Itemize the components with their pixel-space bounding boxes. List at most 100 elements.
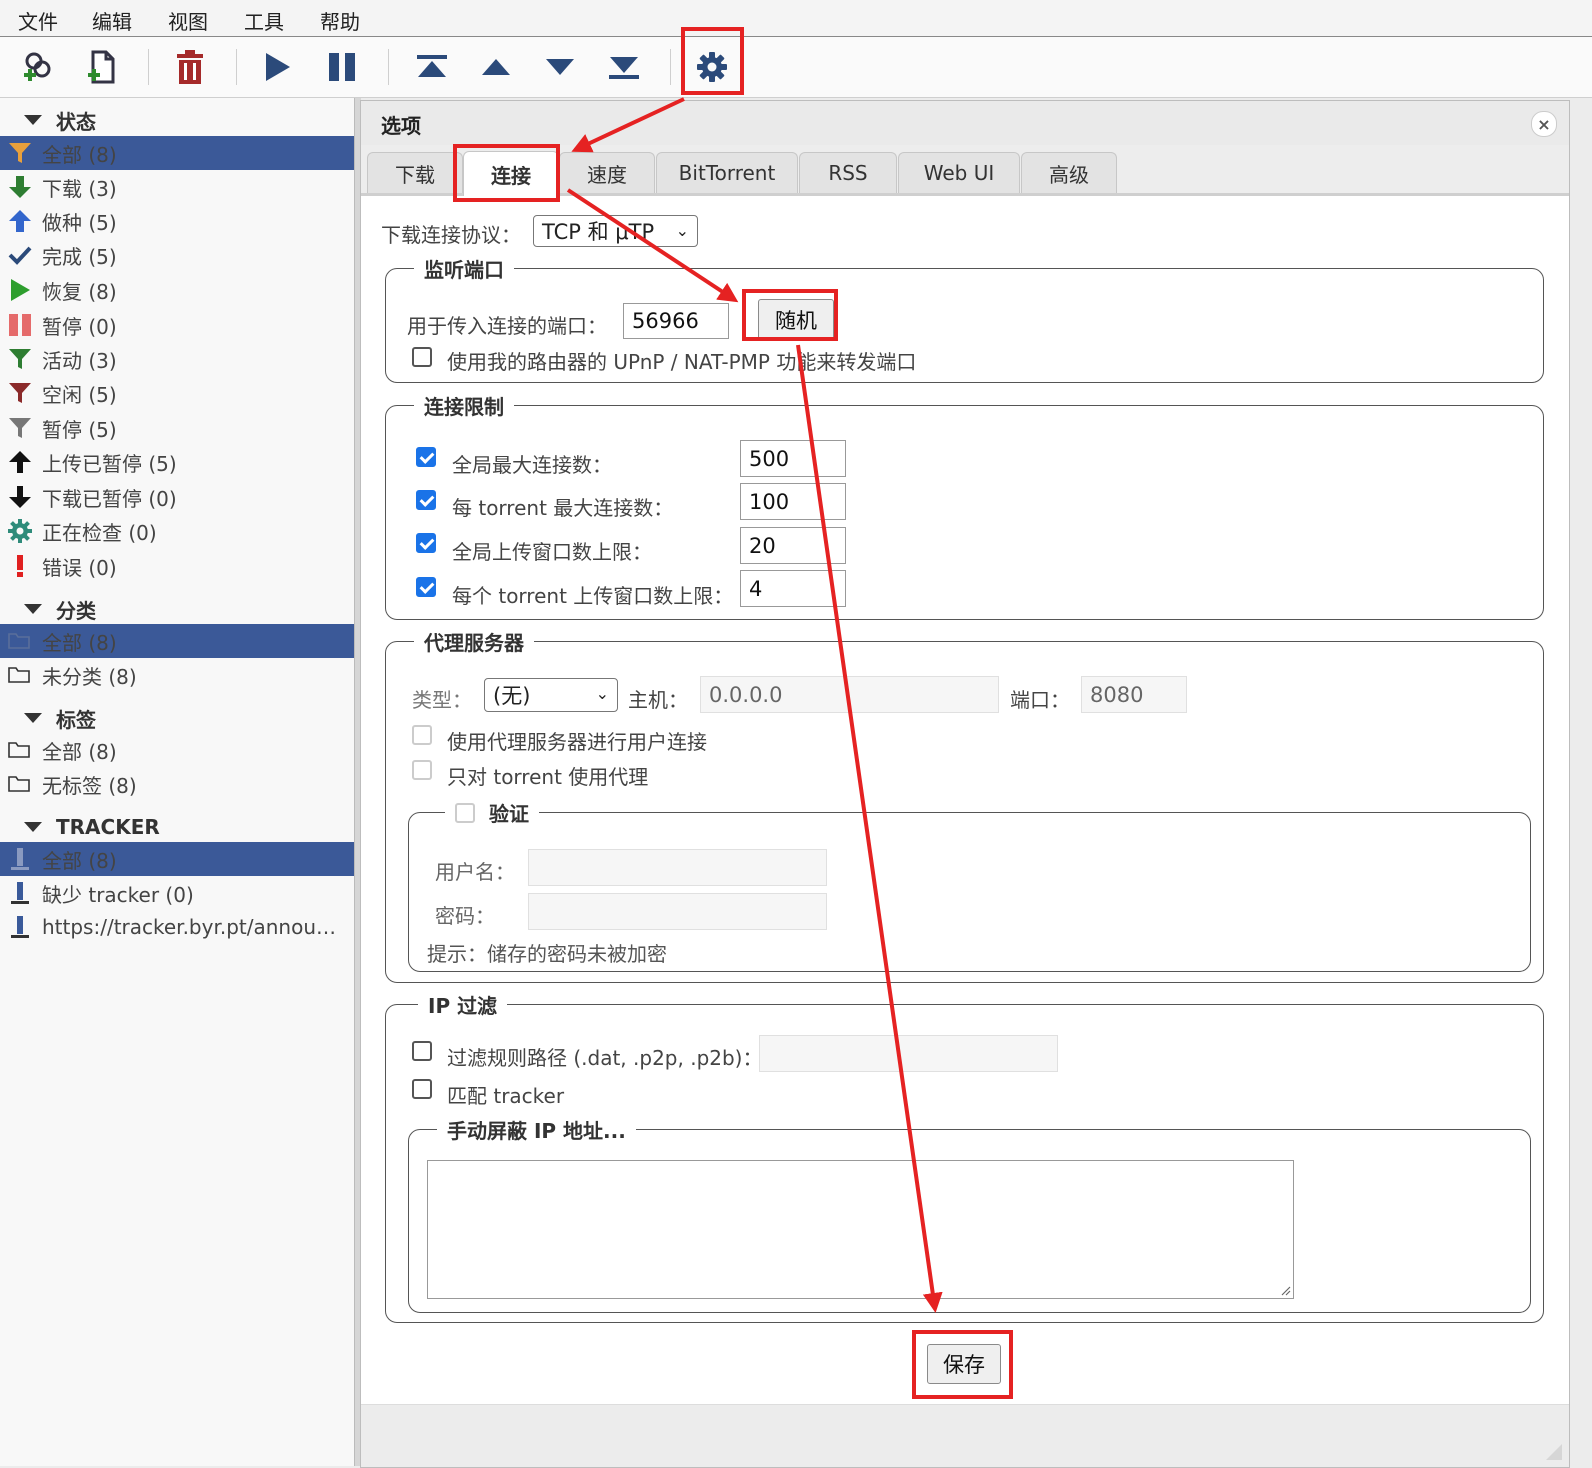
filter-icon bbox=[8, 381, 32, 405]
per-torrent-max-conn-input[interactable]: 100 bbox=[740, 483, 846, 520]
global-max-conn-input[interactable]: 500 bbox=[740, 440, 846, 477]
status-all[interactable]: 全部 (8) bbox=[0, 136, 354, 170]
gear-icon bbox=[8, 519, 32, 543]
upnp-checkbox[interactable] bbox=[412, 347, 432, 367]
tracker-trackerless[interactable]: 缺少 tracker (0) bbox=[0, 876, 354, 910]
menu-help[interactable]: 帮助 bbox=[320, 6, 360, 35]
password-input[interactable] bbox=[528, 893, 827, 930]
proxy-peer-checkbox[interactable] bbox=[412, 725, 432, 745]
tag-untagged[interactable]: 无标签 (8) bbox=[0, 767, 354, 801]
status-seeding[interactable]: 做种 (5) bbox=[0, 204, 354, 238]
auth-group: 验证 用户名： 密码： 提示：储存的密码未被加密 bbox=[408, 798, 1531, 972]
category-section-header[interactable]: 分类 bbox=[0, 592, 354, 626]
toolbar-separator bbox=[388, 49, 389, 85]
close-icon[interactable]: × bbox=[1531, 111, 1557, 137]
tag-section-header[interactable]: 标签 bbox=[0, 701, 354, 735]
menu-file[interactable]: 文件 bbox=[18, 6, 58, 35]
tracker-icon bbox=[8, 881, 32, 905]
move-down-icon bbox=[546, 59, 574, 75]
global-max-conn-checkbox[interactable] bbox=[416, 447, 436, 467]
move-down-button[interactable] bbox=[538, 47, 582, 87]
arrow-down-icon bbox=[8, 485, 32, 509]
username-input[interactable] bbox=[528, 849, 827, 886]
tab-downloads[interactable]: 下载 bbox=[367, 152, 463, 193]
status-checking[interactable]: 正在检查 (0) bbox=[0, 514, 354, 548]
global-upload-slots-checkbox[interactable] bbox=[416, 533, 436, 553]
manual-ban-legend: 手动屏蔽 IP 地址... bbox=[437, 1115, 636, 1144]
status-download-paused[interactable]: 下载已暂停 (0) bbox=[0, 480, 354, 514]
per-torrent-upload-slots-checkbox[interactable] bbox=[416, 577, 436, 597]
tab-speed[interactable]: 速度 bbox=[559, 152, 655, 193]
tab-advanced[interactable]: 高级 bbox=[1021, 152, 1117, 193]
manual-ban-textarea[interactable] bbox=[427, 1160, 1294, 1299]
trash-icon bbox=[177, 50, 203, 84]
status-upload-paused[interactable]: 上传已暂停 (5) bbox=[0, 445, 354, 479]
proxy-type-select[interactable]: (无) ⌄ bbox=[484, 678, 618, 712]
status-section-header[interactable]: 状态 bbox=[0, 103, 354, 137]
exclamation-icon bbox=[8, 554, 32, 578]
tab-rss[interactable]: RSS bbox=[799, 152, 897, 193]
tracker-byr[interactable]: https://tracker.byr.pt/announce.php bbox=[0, 910, 354, 944]
proxy-port-input[interactable]: 8080 bbox=[1081, 676, 1187, 713]
ip-filter-path-input[interactable] bbox=[759, 1035, 1058, 1072]
play-icon bbox=[266, 53, 290, 81]
move-up-icon bbox=[482, 59, 510, 75]
per-torrent-upload-slots-input[interactable]: 4 bbox=[740, 570, 846, 607]
menu-edit[interactable]: 编辑 bbox=[92, 6, 132, 35]
move-top-button[interactable] bbox=[410, 47, 454, 87]
connection-limits-legend: 连接限制 bbox=[414, 391, 514, 420]
delete-button[interactable] bbox=[168, 47, 212, 87]
tracker-icon bbox=[8, 847, 32, 871]
menu-view[interactable]: 视图 bbox=[168, 6, 208, 35]
ip-filter-trackers-checkbox[interactable] bbox=[412, 1079, 432, 1099]
status-errored[interactable]: 错误 (0) bbox=[0, 549, 354, 583]
add-link-button[interactable] bbox=[16, 47, 60, 87]
status-completed[interactable]: 完成 (5) bbox=[0, 238, 354, 272]
chevron-down-icon: ⌄ bbox=[595, 684, 609, 703]
proxy-torrent-only-checkbox[interactable] bbox=[412, 760, 432, 780]
move-bottom-icon bbox=[609, 57, 639, 79]
auth-checkbox[interactable] bbox=[455, 802, 475, 823]
status-inactive[interactable]: 空闲 (5) bbox=[0, 376, 354, 410]
resize-handle-icon[interactable] bbox=[1545, 1443, 1563, 1461]
category-all[interactable]: 全部 (8) bbox=[0, 624, 354, 658]
category-uncategorized[interactable]: 未分类 (8) bbox=[0, 658, 354, 692]
global-upload-slots-input[interactable]: 20 bbox=[740, 527, 846, 564]
resume-button[interactable] bbox=[256, 47, 300, 87]
port-label: 用于传入连接的端口： bbox=[407, 314, 607, 338]
proxy-host-input[interactable]: 0.0.0.0 bbox=[700, 676, 999, 713]
proxy-peer-label: 使用代理服务器进行用户连接 bbox=[447, 730, 707, 754]
add-link-icon bbox=[24, 52, 51, 81]
toolbar-separator bbox=[148, 49, 149, 85]
arrow-up-icon bbox=[8, 450, 32, 474]
per-torrent-max-conn-checkbox[interactable] bbox=[416, 490, 436, 510]
status-stalled[interactable]: 暂停 (5) bbox=[0, 411, 354, 445]
menu-tools[interactable]: 工具 bbox=[244, 6, 284, 35]
port-input[interactable]: 56966 bbox=[623, 303, 729, 339]
tab-bittorrent[interactable]: BitTorrent bbox=[656, 152, 798, 193]
move-up-button[interactable] bbox=[474, 47, 518, 87]
pause-icon bbox=[329, 53, 355, 81]
tracker-section-header[interactable]: TRACKER bbox=[0, 810, 354, 844]
status-downloading[interactable]: 下载 (3) bbox=[0, 170, 354, 204]
folder-icon bbox=[8, 629, 32, 653]
protocol-select[interactable]: TCP 和 μTP ⌄ bbox=[533, 215, 698, 247]
status-resumed[interactable]: 恢复 (8) bbox=[0, 273, 354, 307]
password-label: 密码： bbox=[435, 904, 495, 928]
toolbar-separator bbox=[236, 49, 237, 85]
add-file-button[interactable] bbox=[80, 47, 124, 87]
proxy-torrent-only-label: 只对 torrent 使用代理 bbox=[447, 765, 649, 789]
ip-filter-path-label: 过滤规则路径 (.dat, .p2p, .p2b)： bbox=[447, 1046, 763, 1070]
ip-filter-trackers-label: 匹配 tracker bbox=[447, 1084, 565, 1108]
pause-button[interactable] bbox=[320, 47, 364, 87]
ip-filter-checkbox[interactable] bbox=[412, 1041, 432, 1061]
status-paused[interactable]: 暂停 (0) bbox=[0, 308, 354, 342]
move-bottom-button[interactable] bbox=[602, 47, 646, 87]
filter-icon bbox=[8, 347, 32, 371]
status-active[interactable]: 活动 (3) bbox=[0, 342, 354, 376]
tab-webui[interactable]: Web UI bbox=[898, 152, 1020, 193]
tag-all[interactable]: 全部 (8) bbox=[0, 733, 354, 767]
tracker-all[interactable]: 全部 (8) bbox=[0, 842, 354, 876]
options-dialog: 选项 × 下载 连接 速度 BitTorrent RSS Web UI 高级 下… bbox=[360, 100, 1570, 1468]
arrow-up-icon bbox=[8, 209, 32, 233]
